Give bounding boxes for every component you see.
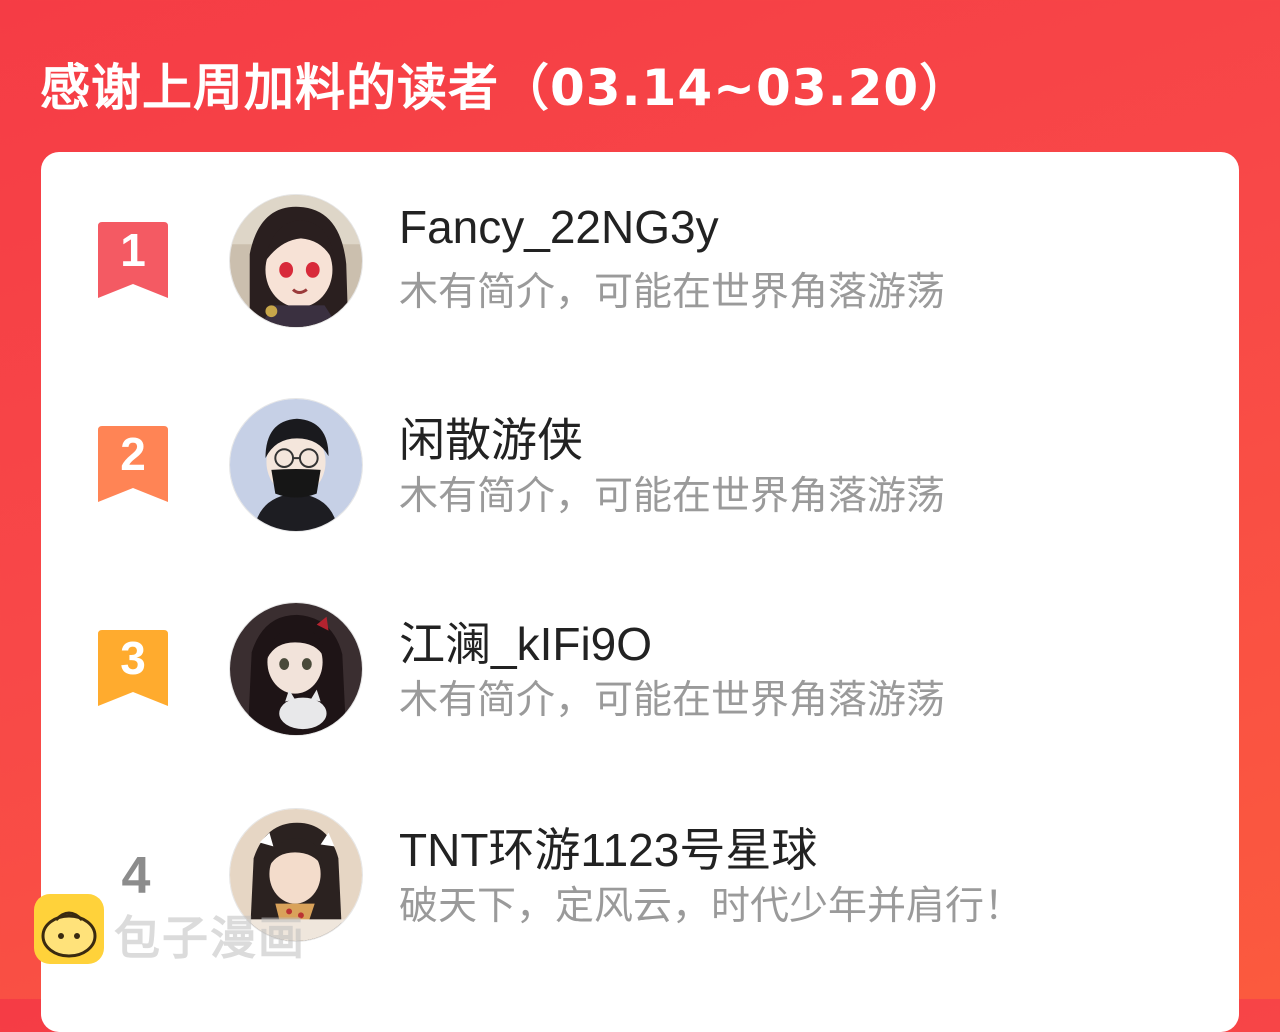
rank-number: 1 xyxy=(120,224,146,276)
reader-row-2[interactable]: 2 闲散游侠 木有简介，可能在世界角落游荡 xyxy=(41,398,1239,548)
rank-number: 2 xyxy=(120,428,146,480)
reader-description: 破天下，定风云，时代少年并肩行！ xyxy=(399,884,1024,929)
anime-girl-avatar[interactable] xyxy=(229,194,363,328)
reader-name[interactable]: TNT环游1123号星球 xyxy=(399,814,817,880)
watermark-text: 包子漫画 xyxy=(114,911,306,965)
rank-number: 3 xyxy=(120,632,146,684)
reader-name[interactable]: 闲散游侠 xyxy=(399,404,583,470)
girl-with-cat-avatar[interactable] xyxy=(229,602,363,736)
reader-row-3[interactable]: 3 江澜_kIFi9O 木有简介，可能在世界角落游荡 xyxy=(41,602,1239,752)
reader-description: 木有简介，可能在世界角落游荡 xyxy=(399,474,946,519)
bun-logo-icon xyxy=(34,894,104,964)
masked-boy-avatar[interactable] xyxy=(229,398,363,532)
watermark: 包子漫画 xyxy=(34,894,324,968)
reader-description: 木有简介，可能在世界角落游荡 xyxy=(399,270,946,315)
page-title: 感谢上周加料的读者（03.14~03.20） xyxy=(40,59,971,117)
reader-row-1[interactable]: 1 Fancy_22NG3y 木有简介，可能在世界角落游荡 xyxy=(41,194,1239,344)
reader-name[interactable]: 江澜_kIFi9O xyxy=(399,608,652,674)
reader-description: 木有简介，可能在世界角落游荡 xyxy=(399,678,946,723)
reader-name[interactable]: Fancy_22NG3y xyxy=(399,200,719,254)
